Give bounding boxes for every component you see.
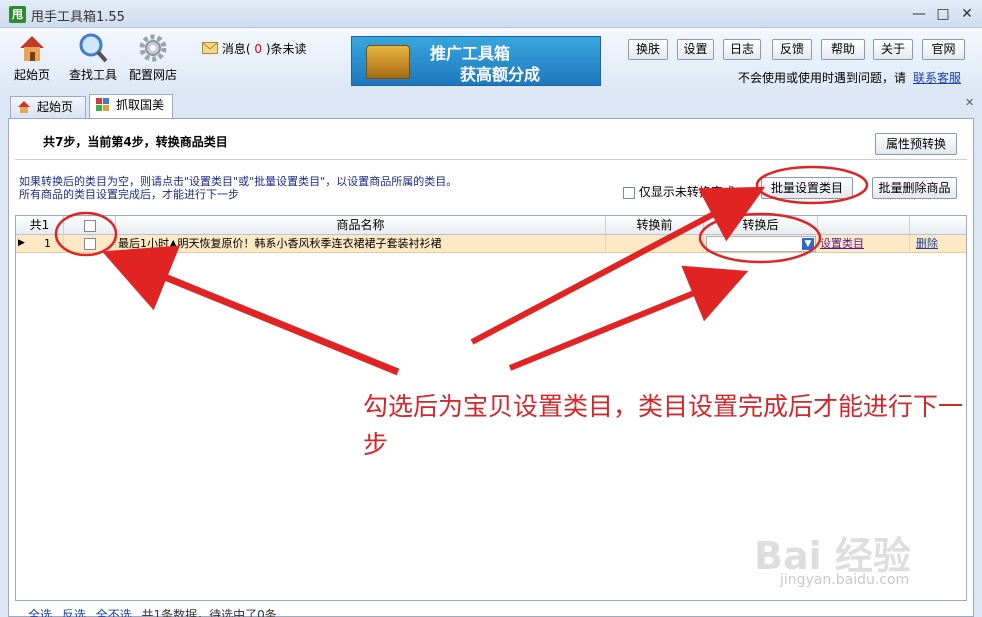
row-select-cell [64, 235, 116, 253]
tab-home[interactable]: 起始页 [10, 96, 86, 118]
row-product-name: 最后1小时▲明天恢复原价！韩系小香风秋季连衣裙裙子套装衬衫裙 [116, 235, 606, 253]
message-indicator[interactable]: 消息( 0 )条未读 [202, 40, 307, 57]
title-bar: 甩 甩手工具箱1.55 — □ ✕ [0, 0, 982, 28]
status-summary: 共1条数据，待选中了0条 [141, 608, 277, 617]
info-line-2: 所有商品的类目设置完成后，才能进行下一步 [19, 188, 239, 201]
promo-banner[interactable]: 推广工具箱 获高额分成 [351, 36, 601, 86]
tab-home-label: 起始页 [37, 100, 74, 114]
tab-gome-label: 抓取国美 [116, 98, 165, 112]
select-all-checkbox[interactable] [83, 219, 96, 232]
log-button[interactable]: 日志 [723, 39, 761, 60]
category-after-select[interactable]: ▼ [706, 236, 816, 252]
column-before: 转换前 [606, 216, 704, 235]
help-button[interactable]: 帮助 [821, 39, 865, 60]
select-all-link[interactable]: 全选 [28, 608, 52, 617]
minimize-button[interactable]: — [908, 4, 930, 24]
close-tab-icon[interactable]: ✕ [965, 96, 974, 109]
row-index: 1 [32, 235, 64, 253]
delete-link[interactable]: 删除 [916, 237, 938, 250]
skin-button[interactable]: 换肤 [628, 39, 668, 60]
table-row[interactable]: ▶ 1 最后1小时▲明天恢复原价！韩系小香风秋季连衣裙裙子套装衬衫裙 ▼ 设置类… [16, 235, 966, 253]
tab-gome[interactable]: 抓取国美 [89, 94, 173, 119]
find-tools-button[interactable]: 查找工具 [69, 32, 117, 83]
set-category-link[interactable]: 设置类目 [820, 237, 864, 250]
batch-delete-button[interactable]: 批量删除商品 [872, 177, 957, 199]
only-unconverted-checkbox[interactable] [623, 186, 635, 199]
column-count: 共1 [16, 216, 64, 235]
row-category-before [606, 235, 704, 253]
status-bar: 全选 反选 全不选 共1条数据，待选中了0条 [28, 606, 277, 617]
step-title: 共7步，当前第4步，转换商品类目 [43, 135, 228, 149]
official-site-button[interactable]: 官网 [922, 39, 965, 60]
help-text: 不会使用或使用时遇到问题，请 [738, 71, 907, 85]
watermark-url: jingyan.baidu.com [780, 572, 910, 588]
attr-preconvert-button[interactable]: 属性预转换 [875, 133, 957, 155]
row-indicator-icon: ▶ [18, 238, 25, 248]
app-title: 甩手工具箱1.55 [31, 10, 125, 25]
magnifier-icon [79, 33, 108, 63]
select-none-link[interactable]: 全不选 [96, 608, 132, 617]
column-set-category [818, 216, 910, 235]
home-tool-label: 起始页 [14, 68, 51, 82]
column-product-name: 商品名称 [116, 216, 606, 235]
chevron-down-icon: ▼ [802, 238, 814, 250]
app-logo-icon: 甩 [9, 6, 26, 23]
feedback-button[interactable]: 反馈 [772, 39, 812, 60]
home-tool-button[interactable]: 起始页 [14, 32, 50, 83]
gome-icon [96, 98, 109, 111]
about-button[interactable]: 关于 [873, 39, 913, 60]
message-prefix: 消息( [221, 42, 251, 56]
find-tools-label: 查找工具 [69, 68, 118, 82]
config-store-label: 配置网店 [129, 68, 178, 82]
home-icon [18, 101, 30, 113]
column-select [64, 216, 116, 235]
home-icon [20, 36, 44, 61]
divider [15, 159, 967, 160]
message-suffix: )条未读 [265, 42, 307, 56]
settings-button[interactable]: 设置 [677, 39, 714, 60]
set-category-cell: 设置类目 [818, 235, 910, 253]
batch-set-category-button[interactable]: 批量设置类目 [761, 177, 853, 199]
column-after: 转换后 [704, 216, 818, 235]
column-delete [910, 216, 966, 235]
banner-line2: 获高额分成 [460, 65, 541, 84]
invert-selection-link[interactable]: 反选 [62, 608, 86, 617]
contact-support-link[interactable]: 联系客服 [913, 69, 961, 86]
delete-cell: 删除 [910, 235, 966, 253]
maximize-button[interactable]: □ [932, 4, 954, 24]
only-unconverted-label: 仅显示未转换完成 [638, 185, 735, 199]
gear-icon [139, 34, 167, 62]
mail-icon [202, 42, 218, 54]
config-store-button[interactable]: 配置网店 [129, 32, 177, 83]
grid-header: 共1 商品名称 转换前 转换后 [16, 216, 966, 235]
only-unconverted-option[interactable]: 仅显示未转换完成 [623, 183, 735, 200]
tab-bar: 起始页 抓取国美 [0, 90, 982, 119]
close-button[interactable]: ✕ [956, 4, 978, 24]
message-count: 0 [254, 42, 262, 56]
treasure-chest-icon [366, 45, 410, 79]
main-toolbar: 起始页 查找工具 配置网店 消息( 0 )条未读 推广工具箱 获高额分成 换肤 … [0, 28, 982, 90]
row-checkbox[interactable] [83, 238, 96, 250]
